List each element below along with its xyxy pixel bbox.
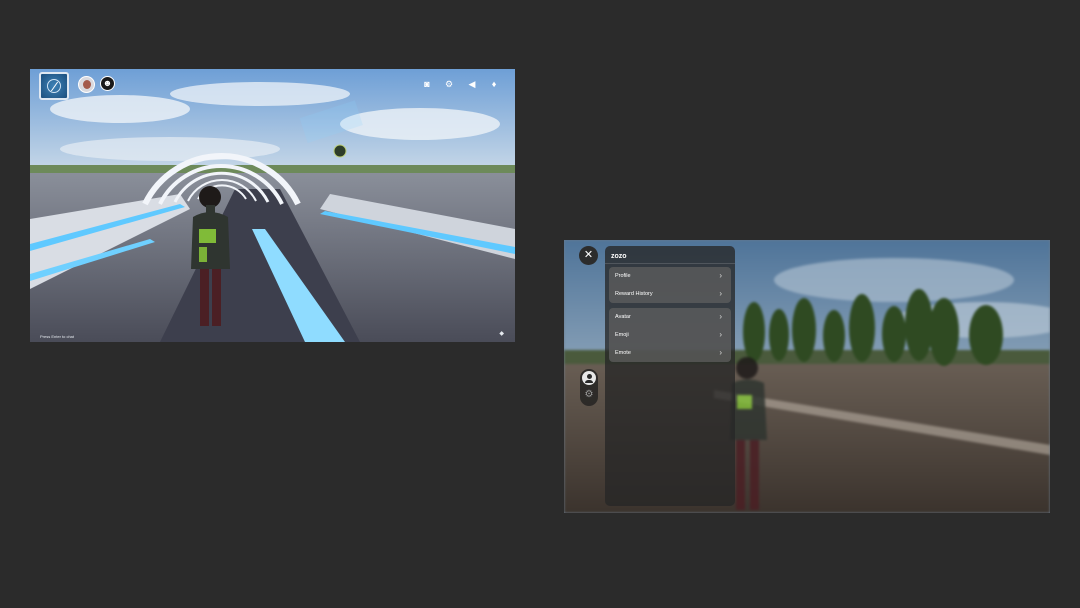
menu-item-emote[interactable]: Emote › xyxy=(609,344,731,362)
gear-icon[interactable]: ⚙ xyxy=(583,389,595,401)
minimap-compass[interactable] xyxy=(39,72,69,100)
menu-item-profile[interactable]: Profile › xyxy=(609,267,731,285)
menu-item-label: Profile xyxy=(615,273,631,279)
wifi-icon: ◆ xyxy=(499,331,504,337)
emote-icon[interactable]: ☻ xyxy=(100,76,115,91)
camera-icon[interactable]: ◙ xyxy=(421,78,433,90)
menu-item-label: Emote xyxy=(615,350,631,356)
menu-divider xyxy=(605,263,735,264)
chat-hint: Press Enter to chat xyxy=(40,334,75,339)
game-scene xyxy=(30,69,515,342)
volume-icon[interactable]: ◀ xyxy=(466,78,478,90)
menu-item-avatar[interactable]: Avatar › xyxy=(609,308,731,326)
menu-item-label: Emoji xyxy=(615,332,629,338)
menu-view-screenshot: ✕ ⚙ zozo Profile › Reward History › Avat… xyxy=(564,240,1050,513)
menu-item-label: Avatar xyxy=(615,314,631,320)
chevron-right-icon: › xyxy=(719,312,722,321)
chevron-right-icon: › xyxy=(719,289,722,298)
close-icon: ✕ xyxy=(583,249,594,261)
menu-item-label: Reward History xyxy=(615,291,653,297)
menu-item-emoji[interactable]: Emoji › xyxy=(609,326,731,344)
profile-menu-panel: zozo Profile › Reward History › Avatar ›… xyxy=(605,246,735,506)
menu-username: zozo xyxy=(611,253,627,260)
menu-group-account: Profile › Reward History › xyxy=(609,267,731,303)
side-nav: ⚙ xyxy=(580,369,598,406)
chevron-right-icon: › xyxy=(719,271,722,280)
chevron-right-icon: › xyxy=(719,330,722,339)
compass-icon xyxy=(47,79,61,93)
user-icon[interactable] xyxy=(582,371,596,385)
microphone-icon[interactable]: ♦ xyxy=(488,78,500,90)
close-button[interactable]: ✕ xyxy=(579,246,598,265)
game-view-screenshot: ☻ ◙ ⚙ ◀ ♦ Press Enter to chat ◆ xyxy=(30,69,515,342)
settings-icon[interactable]: ⚙ xyxy=(443,78,455,90)
avatar-icon[interactable] xyxy=(78,76,95,93)
menu-item-reward-history[interactable]: Reward History › xyxy=(609,285,731,303)
chevron-right-icon: › xyxy=(719,348,722,357)
menu-group-customize: Avatar › Emoji › Emote › xyxy=(609,308,731,362)
